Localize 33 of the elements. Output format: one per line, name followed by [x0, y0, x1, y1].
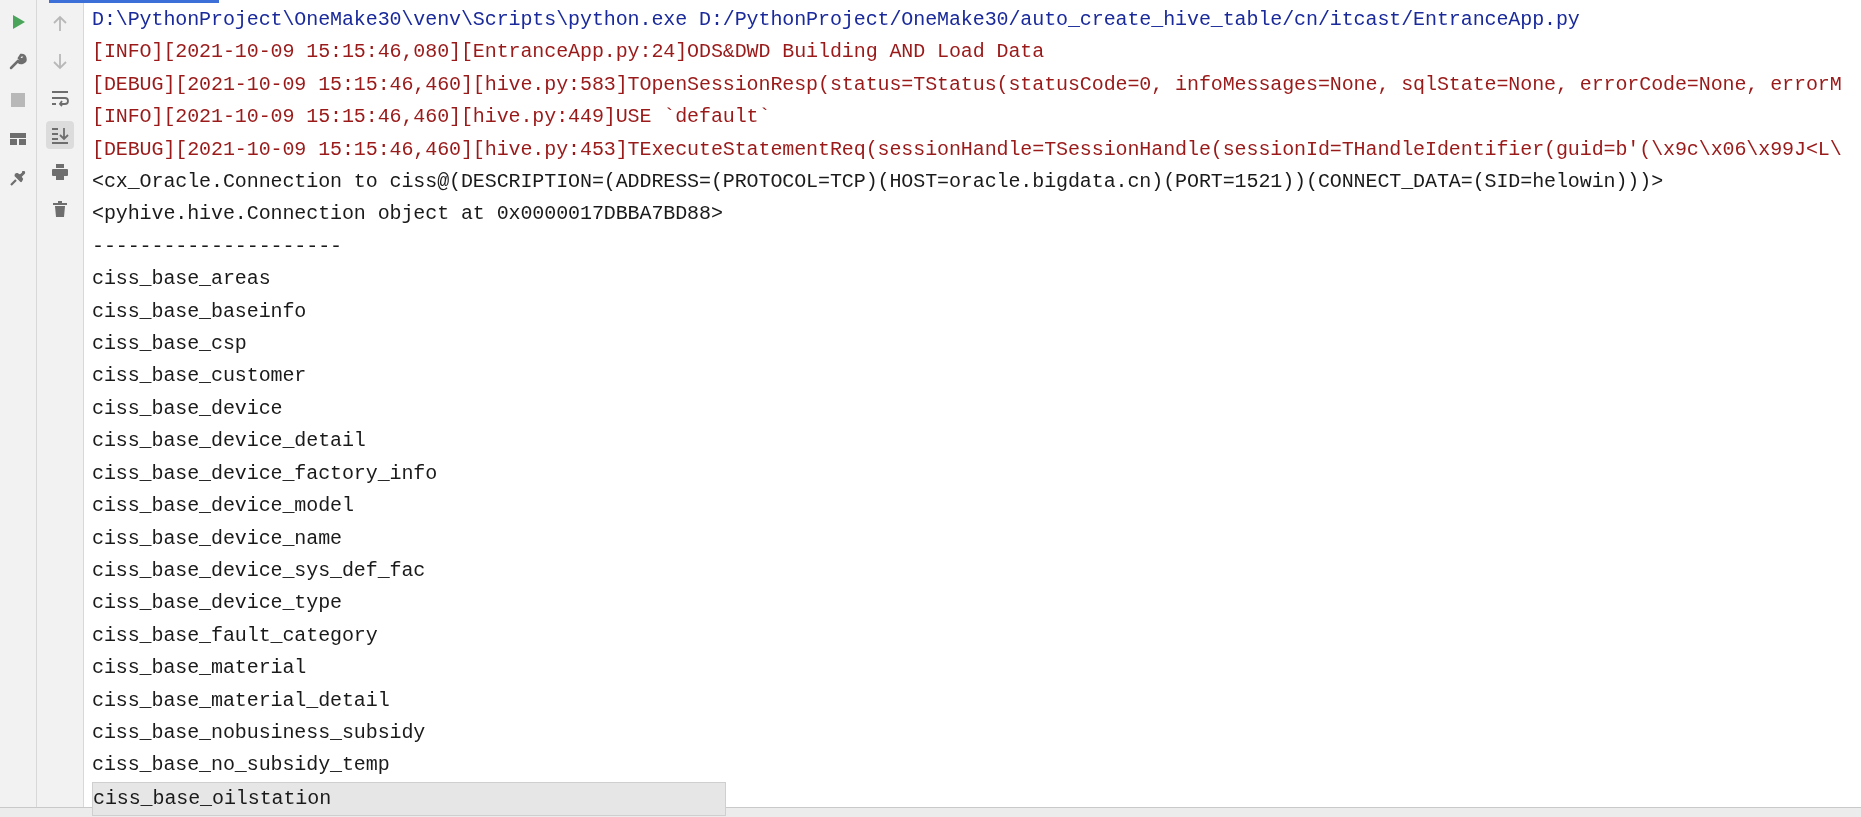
trash-icon [50, 199, 70, 219]
console-line: [DEBUG][2021-10-09 15:15:46,460][hive.py:583]TOpenSessionResp(status=TStatus(statusCode=0, infoMessages=None, sqlState=None, errorCode=None, errorM [92, 71, 1842, 98]
console-line: ciss_base_device_type [92, 590, 342, 617]
down-arrow-icon [50, 51, 70, 71]
console-line: ciss_base_no_subsidy_temp [92, 752, 390, 779]
console-line: ciss_base_fault_category [92, 622, 378, 649]
console-line: ciss_base_device_detail [92, 428, 366, 455]
console-line: ciss_base_customer [92, 363, 307, 390]
console-line: ciss_base_device_factory_info [92, 460, 438, 487]
console-line: ciss_base_nobusiness_subsidy [92, 719, 426, 746]
console-line: ciss_base_material_detail [92, 687, 390, 714]
console-line: ciss_base_material [92, 655, 307, 682]
console-line: ciss_base_csp [92, 331, 247, 358]
pin-icon [8, 168, 28, 188]
console-line: ciss_base_device [92, 395, 283, 422]
scroll-to-end-icon [50, 125, 70, 145]
wrench-icon [8, 51, 28, 71]
console-line: [DEBUG][2021-10-09 15:15:46,460][hive.py:453]TExecuteStatementReq(sessionHandle=TSessionHandle(sessionId=THandleIdentifier(guid=b'(\x9c\x06\x99J<L\ [92, 136, 1842, 163]
console-line: D:\PythonProject\OneMake30\venv\Scripts\python.exe D:/PythonProject/OneMake30/auto_create_hive_table/cn/itcast/EntranceApp.py [92, 7, 1580, 33]
console-line: ciss_base_areas [92, 266, 271, 293]
console-line: --------------------- [92, 233, 342, 260]
toolbar-button[interactable] [46, 121, 74, 149]
console-line: ciss_base_device_sys_def_fac [92, 557, 426, 584]
soft-wrap-icon [50, 88, 70, 108]
stop-icon [8, 90, 28, 110]
console-line: <cx_Oracle.Connection to ciss@(DESCRIPTION=(ADDRESS=(PROTOCOL=TCP)(HOST=oracle.bigdata.cn)(PORT=1521))(CONNECT_DATA=(SID=helowin)))> [92, 169, 1664, 196]
console-line: ciss_base_device_model [92, 493, 354, 520]
console-line: [INFO][2021-10-09 15:15:46,080][EntranceApp.py:24]ODS&DWD Building AND Load Data [92, 39, 1045, 66]
console-line: <pyhive.hive.Connection object at 0x0000017DBBA7BD88> [92, 201, 723, 228]
console-line: [INFO][2021-10-09 15:15:46,460][hive.py:449]USE `default` [92, 104, 771, 131]
printer-icon [50, 162, 70, 182]
console-line: ciss_base_baseinfo [92, 298, 307, 325]
console-line: ciss_base_device_name [92, 525, 342, 552]
